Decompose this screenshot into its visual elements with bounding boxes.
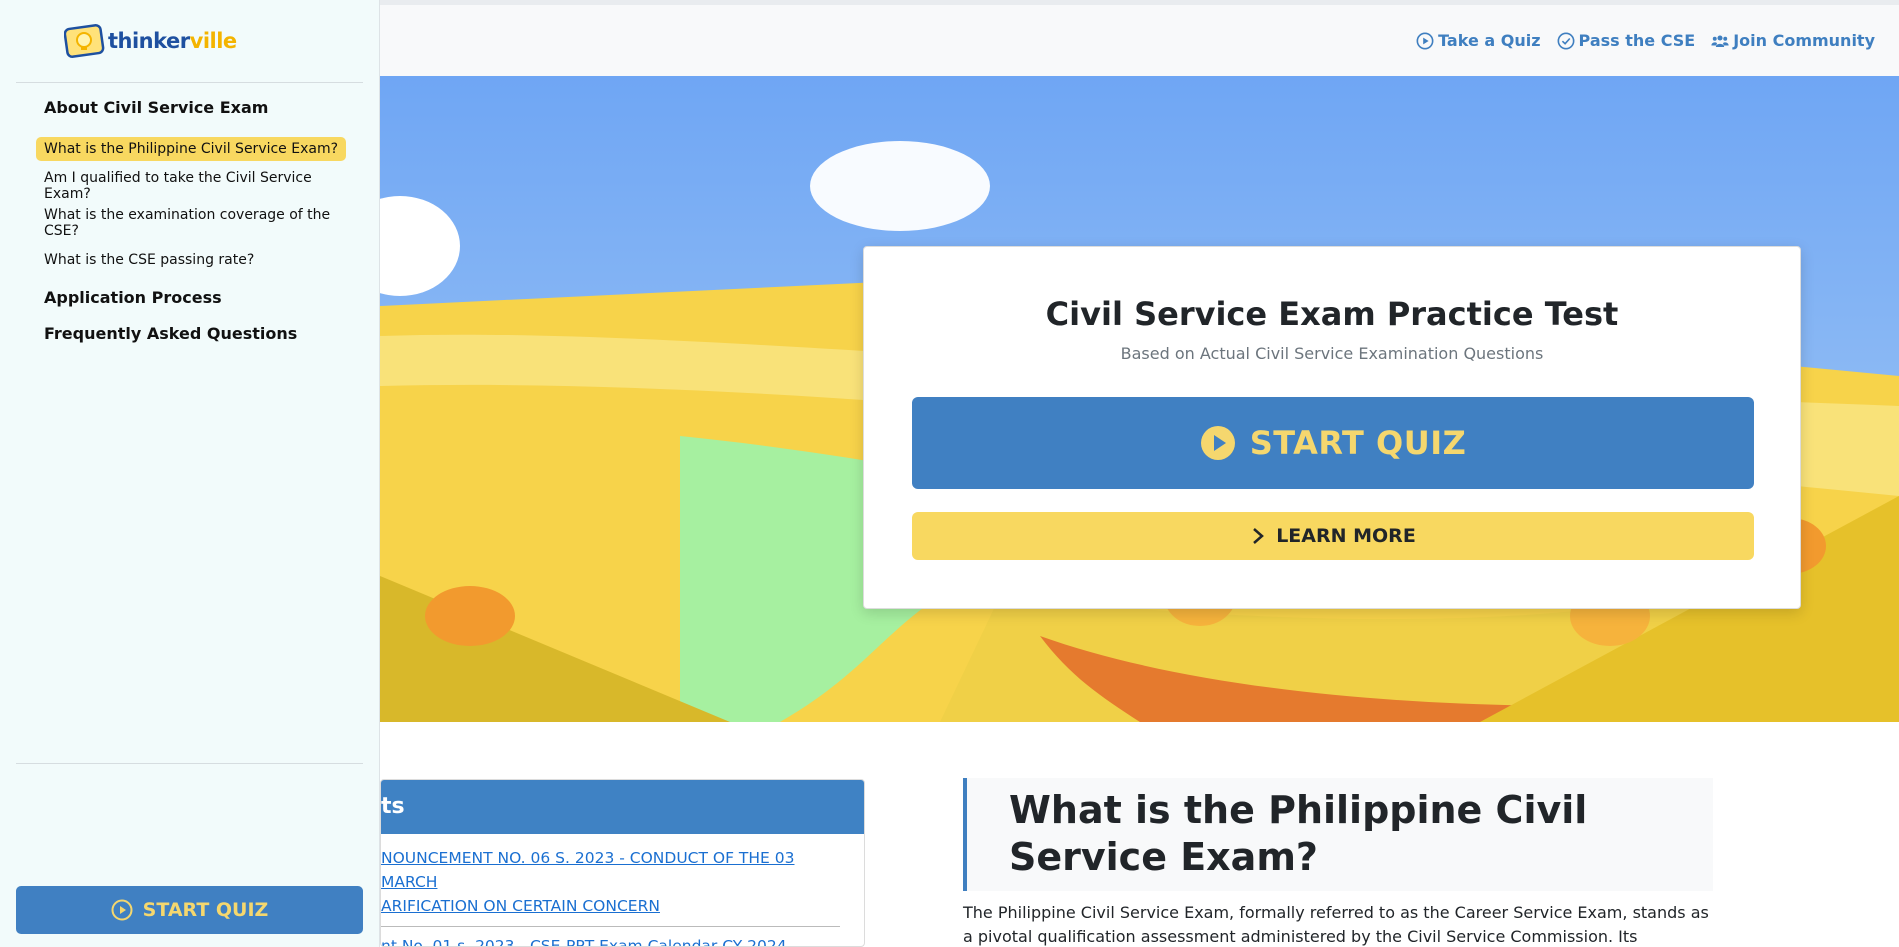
sidebar-nav: About Civil Service Exam What is the Phi… bbox=[36, 96, 366, 348]
announcement-link-line1: NOUNCEMENT NO. 06 S. 2023 - CONDUCT OF T… bbox=[381, 849, 795, 891]
pass-cse-link[interactable]: Pass the CSE bbox=[1557, 31, 1696, 50]
take-quiz-link[interactable]: Take a Quiz bbox=[1416, 31, 1541, 50]
sidebar-start-quiz-button[interactable]: START QUIZ bbox=[16, 886, 363, 934]
article-section: What is the Philippine Civil Service Exa… bbox=[963, 778, 1713, 947]
check-circle-icon bbox=[1557, 32, 1574, 49]
sidebar-item-passing-rate[interactable]: What is the CSE passing rate? bbox=[36, 248, 262, 272]
top-nav: Take a Quiz Pass the CSE Join Community bbox=[1416, 31, 1875, 50]
logo-text-ville: ville bbox=[189, 29, 238, 53]
start-quiz-button[interactable]: START QUIZ bbox=[912, 397, 1754, 489]
logo-wordmark: thinkerville bbox=[108, 29, 237, 53]
quiz-card: Civil Service Exam Practice Test Based o… bbox=[863, 246, 1801, 609]
sidebar-item-qualified[interactable]: Am I qualified to take the Civil Service… bbox=[36, 166, 366, 206]
sidebar: thinkerville About Civil Service Exam Wh… bbox=[0, 0, 380, 947]
sidebar-section-faq[interactable]: Frequently Asked Questions bbox=[36, 322, 366, 348]
article-title: What is the Philippine Civil Service Exa… bbox=[963, 778, 1713, 891]
thinkerville-logo[interactable]: thinkerville bbox=[64, 24, 237, 58]
learn-more-button[interactable]: LEARN MORE bbox=[912, 512, 1754, 560]
chevron-right-icon bbox=[1253, 528, 1265, 544]
announcement-link-line2: ARIFICATION ON CERTAIN CONCERN bbox=[381, 897, 660, 915]
announcements-panel: ts NOUNCEMENT NO. 06 S. 2023 - CONDUCT O… bbox=[380, 779, 865, 947]
sidebar-item-coverage[interactable]: What is the examination coverage of the … bbox=[36, 203, 366, 243]
users-icon bbox=[1711, 34, 1729, 47]
announcements-header: ts bbox=[381, 780, 864, 834]
pass-cse-label: Pass the CSE bbox=[1578, 31, 1696, 50]
sidebar-item-what-is-cse[interactable]: What is the Philippine Civil Service Exa… bbox=[36, 136, 347, 161]
sidebar-divider-top bbox=[16, 82, 363, 83]
hero-section: Civil Service Exam Practice Test Based o… bbox=[380, 76, 1899, 722]
start-quiz-label: START QUIZ bbox=[1249, 424, 1467, 462]
learn-more-label: LEARN MORE bbox=[1276, 525, 1416, 547]
join-community-link[interactable]: Join Community bbox=[1711, 31, 1875, 50]
card-title: Civil Service Exam Practice Test bbox=[1045, 295, 1619, 333]
sidebar-section-about[interactable]: About Civil Service Exam bbox=[36, 96, 366, 122]
sidebar-start-quiz-label: START QUIZ bbox=[142, 899, 269, 921]
sidebar-section-application[interactable]: Application Process bbox=[36, 286, 366, 312]
play-circle-icon bbox=[1416, 32, 1434, 49]
sidebar-divider-bottom bbox=[16, 763, 363, 764]
play-circle-icon bbox=[111, 899, 133, 921]
card-subtitle: Based on Actual Civil Service Examinatio… bbox=[1120, 344, 1544, 363]
sidebar-about-items: What is the Philippine Civil Service Exa… bbox=[36, 130, 366, 278]
announcement-link-2[interactable]: nt No. 01 s. 2023 - CSE-PPT Exam Calenda… bbox=[381, 927, 864, 946]
take-quiz-label: Take a Quiz bbox=[1438, 31, 1541, 50]
logo-text-thinker: thinker bbox=[108, 29, 190, 53]
lightbulb-logo-icon bbox=[64, 24, 105, 58]
play-circle-icon bbox=[1200, 426, 1235, 460]
join-community-label: Join Community bbox=[1733, 31, 1875, 50]
article-body: The Philippine Civil Service Exam, forma… bbox=[963, 903, 1709, 946]
announcement-link[interactable]: NOUNCEMENT NO. 06 S. 2023 - CONDUCT OF T… bbox=[381, 834, 864, 918]
